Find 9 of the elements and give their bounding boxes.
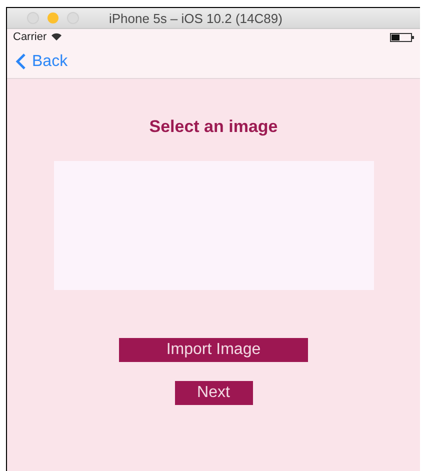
battery-icon (390, 32, 414, 42)
window-title: iPhone 5s – iOS 10.2 (14C89) (109, 10, 282, 26)
import-button[interactable]: Import Image (119, 338, 308, 362)
page-heading: Select an image (149, 117, 278, 137)
next-button[interactable]: Next (174, 381, 252, 405)
back-button[interactable]: Back (15, 52, 68, 70)
carrier-label: Carrier (13, 31, 47, 43)
chevron-icon (15, 53, 26, 70)
wifi-icon (50, 33, 62, 41)
